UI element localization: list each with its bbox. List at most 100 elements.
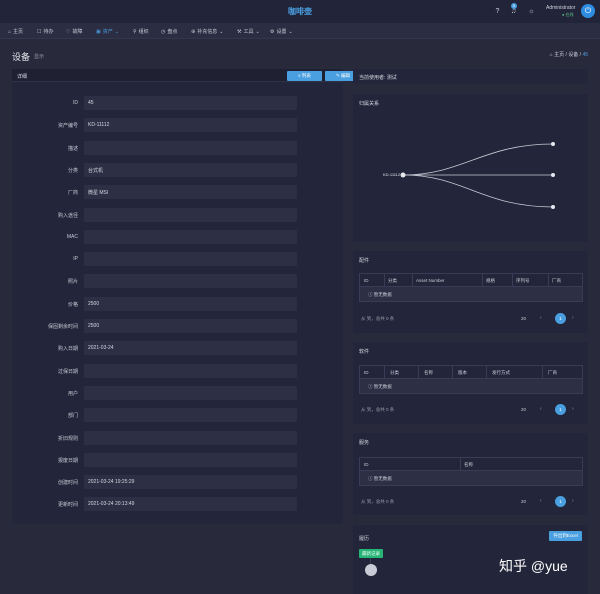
- relations-graph: [400, 142, 555, 209]
- field-value: 2021-03-24: [84, 341, 297, 356]
- prev-page-icon[interactable]: ‹: [540, 315, 542, 321]
- watermark: 知乎 @yue: [499, 558, 568, 574]
- theme-sun-icon[interactable]: ☼: [527, 7, 536, 16]
- field-value: [84, 207, 297, 222]
- column-header[interactable]: 分类: [388, 278, 397, 284]
- menu-item-extra-info[interactable]: ⊕ 补充信息 ⌄: [191, 27, 223, 36]
- breadcrumb-separator: /: [565, 52, 567, 58]
- field-label: 描述: [67, 145, 78, 152]
- tools-icon: ⚒: [237, 28, 242, 35]
- column-header[interactable]: ID: [364, 462, 369, 467]
- detail-field-row: 购入途径: [12, 207, 342, 222]
- current-page[interactable]: 1: [555, 404, 566, 415]
- field-value: 2021-03-24 20:13:49: [84, 497, 297, 512]
- chevron-down-icon: ⌄: [255, 28, 260, 35]
- column-header[interactable]: 版本: [458, 370, 467, 376]
- user-name[interactable]: Administrator: [546, 5, 575, 11]
- field-label: 资产编号: [57, 123, 78, 130]
- page-size-select[interactable]: 20: [521, 316, 526, 321]
- heart-icon: ♡: [66, 28, 71, 35]
- export-excel-button[interactable]: 导出到Excel: [549, 531, 582, 541]
- column-header[interactable]: 名称: [424, 370, 433, 376]
- chevron-down-icon: ⌄: [288, 28, 293, 35]
- user-status: ● 在线: [562, 12, 574, 17]
- menu-label: 盘点: [167, 29, 178, 35]
- column-header[interactable]: 发行方式: [492, 370, 510, 376]
- menu-item-organization[interactable]: ⚲ 组织: [133, 27, 151, 36]
- detail-card: 详细 ≡ 列表 ✎ 编辑 ID 45 资产编号 KD-11112 描述 分类 台式机 厂商 微星…: [12, 69, 361, 524]
- column-header[interactable]: ID: [364, 278, 369, 283]
- field-value: [84, 408, 297, 423]
- field-label: ID: [73, 100, 78, 106]
- relation-child-node[interactable]: [551, 173, 555, 177]
- field-value: 2500: [84, 319, 297, 333]
- menu-label: 工具: [243, 29, 254, 35]
- detail-field-row: IP: [12, 252, 342, 267]
- next-page-icon[interactable]: ›: [572, 406, 574, 412]
- detail-field-row: 用户: [12, 385, 342, 400]
- field-value: [84, 274, 297, 289]
- field-label: 创建时间: [57, 480, 78, 487]
- current-page[interactable]: 1: [555, 496, 566, 507]
- menu-item-inventory[interactable]: ◷ 盘点: [161, 27, 179, 36]
- menu-item-settings[interactable]: ⚙ 设置 ⌄: [270, 27, 293, 36]
- next-page-icon[interactable]: ›: [572, 498, 574, 504]
- field-label: IP: [73, 256, 78, 263]
- services-pagination: 从 到，总共 0 条 20 ‹ 1 ›: [359, 496, 583, 508]
- page-size-select[interactable]: 20: [521, 499, 526, 504]
- parts-table-header: ID 分类 Asset Number 规格 序列号 厂商: [359, 273, 583, 286]
- menu-item-assets[interactable]: ▣ 资产 ⌄: [96, 27, 119, 36]
- field-label: 分类: [67, 167, 78, 174]
- column-header[interactable]: 厂商: [548, 370, 557, 376]
- next-page-icon[interactable]: ›: [572, 315, 574, 321]
- detail-field-row: 更新时间 2021-03-24 20:13:49: [12, 497, 342, 512]
- field-label: 更新时间: [57, 502, 78, 509]
- field-value: 微星 MSI: [84, 185, 297, 200]
- detail-field-row: 折旧规则: [12, 430, 342, 445]
- column-header[interactable]: 厂商: [552, 278, 561, 284]
- detail-field-row: 创建时间 2021-03-24 19:25:29: [12, 475, 342, 490]
- pagination-total: 从 到，总共 0 条: [361, 499, 395, 504]
- detail-field-row: ID 45: [12, 96, 342, 110]
- column-header[interactable]: 名称: [464, 462, 473, 468]
- field-value: KD-11112: [84, 118, 297, 133]
- menu-item-todo[interactable]: ☐ 待办: [37, 27, 56, 36]
- field-label: 购入途径: [57, 212, 78, 219]
- menu-label: 补充信息: [197, 29, 218, 35]
- detail-card-header: 详细 ≡ 列表 ✎ 编辑: [12, 69, 361, 82]
- power-icon[interactable]: ⏻: [581, 4, 595, 18]
- detail-field-row: 资产编号 KD-11112: [12, 118, 342, 133]
- breadcrumb-home[interactable]: ⌂ 主页: [550, 52, 564, 58]
- help-icon[interactable]: ?: [493, 7, 502, 16]
- menu-item-home[interactable]: ⌂ 主页: [8, 27, 25, 36]
- current-user-card: 当前使用者: 测试: [353, 69, 588, 84]
- list-button[interactable]: ≡ 列表: [287, 71, 322, 81]
- detail-field-row: 购入日期 2021-03-24: [12, 341, 342, 356]
- home-icon: ⌂: [8, 28, 12, 35]
- field-label: 照片: [67, 279, 78, 286]
- prev-page-icon[interactable]: ‹: [540, 406, 542, 412]
- field-label: MAC: [66, 233, 78, 240]
- field-value: 台式机: [84, 162, 297, 177]
- menu-label: 资产: [102, 29, 113, 35]
- column-header[interactable]: ID: [364, 370, 369, 375]
- column-header[interactable]: Asset Number: [416, 278, 445, 283]
- field-label: 保固剩余时间: [47, 324, 78, 330]
- field-value: [84, 229, 297, 244]
- menu-item-faults[interactable]: ♡ 故障: [66, 27, 85, 36]
- relation-child-node[interactable]: [551, 142, 555, 146]
- field-value: [84, 452, 297, 467]
- parts-title: 配件: [359, 258, 370, 264]
- relation-root-node[interactable]: [400, 172, 406, 178]
- field-label: 价格: [67, 301, 78, 308]
- column-header[interactable]: 序列号: [516, 278, 530, 284]
- column-header[interactable]: 规格: [486, 278, 495, 284]
- breadcrumb-section[interactable]: 设备: [568, 52, 578, 58]
- column-header[interactable]: 分类: [390, 370, 399, 376]
- relation-child-node[interactable]: [551, 205, 555, 209]
- prev-page-icon[interactable]: ‹: [540, 498, 542, 504]
- menu-item-tools[interactable]: ⚒ 工具 ⌄: [237, 27, 260, 36]
- current-page[interactable]: 1: [555, 313, 566, 324]
- page-size-select[interactable]: 20: [521, 407, 526, 412]
- empty-state: ⓘ 暂无数据: [359, 470, 583, 486]
